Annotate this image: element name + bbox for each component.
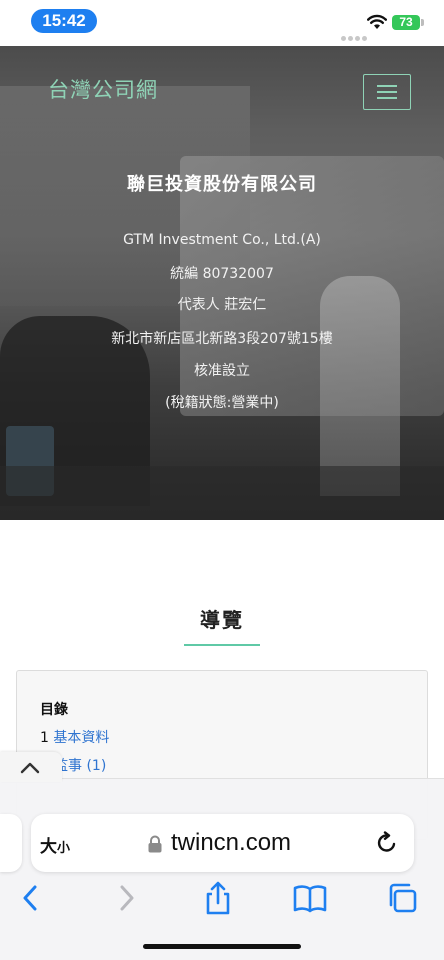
- registration-status: 核准設立: [194, 363, 250, 379]
- status-bar: 15:42 73: [0, 0, 444, 46]
- chevron-up-icon: [20, 762, 40, 774]
- back-arrow-icon[interactable]: [13, 880, 49, 916]
- text-size-small: 小: [57, 841, 71, 856]
- menu-icon-bar-middle: [377, 91, 397, 93]
- representative: 代表人 莊宏仁: [177, 297, 267, 313]
- battery-cap: [421, 19, 424, 26]
- tax-id: 統編 80732007: [170, 266, 274, 282]
- forward-arrow-icon[interactable]: [108, 880, 144, 916]
- menu-icon-bar-bottom: [377, 97, 397, 99]
- menu-button[interactable]: [363, 74, 411, 110]
- url-text: twincn.com: [171, 829, 292, 856]
- toc-link-basic-info[interactable]: 基本資料: [53, 730, 109, 746]
- menu-icon-bar-top: [377, 85, 397, 87]
- company-name: 聯巨投資股份有限公司: [127, 174, 317, 195]
- wifi-icon: [367, 14, 387, 29]
- section-title: 導覽: [200, 608, 244, 632]
- browser-bottom-nav: [0, 880, 444, 920]
- toc-item-number: 1: [40, 730, 49, 746]
- text-size-large: 大: [40, 837, 57, 857]
- section-title-underline: [184, 644, 260, 646]
- toc-item: 1 基本資料: [40, 727, 109, 747]
- hero-background-desk: [0, 466, 444, 520]
- home-indicator: [143, 944, 301, 949]
- address-bar[interactable]: 大小 twincn.com: [31, 814, 414, 872]
- lock-icon: [148, 835, 162, 853]
- collapse-toolbar-button[interactable]: [0, 752, 62, 782]
- cellular-signal-icon: [341, 26, 369, 45]
- hero-banner: 台灣公司網 聯巨投資股份有限公司 GTM Investment Co., Ltd…: [0, 46, 444, 520]
- screen: 15:42 73 台灣公司網 聯巨投資股份有限公司 GTM Investment…: [0, 0, 444, 960]
- tabs-icon[interactable]: [385, 880, 421, 916]
- reload-icon[interactable]: [375, 831, 399, 855]
- tax-status: (稅籍狀態:營業中): [165, 395, 279, 411]
- share-icon[interactable]: [200, 880, 236, 916]
- bookmarks-icon[interactable]: [292, 880, 328, 916]
- company-english-name: GTM Investment Co., Ltd.(A): [123, 232, 321, 248]
- battery-indicator: 73: [392, 15, 420, 30]
- status-time[interactable]: 15:42: [31, 9, 97, 33]
- toc-title: 目錄: [40, 702, 68, 718]
- company-address: 新北市新店區北新路3段207號15樓: [111, 331, 333, 347]
- site-logo-text[interactable]: 台灣公司網: [48, 74, 158, 104]
- previous-tab-card[interactable]: [0, 814, 22, 872]
- text-size-button[interactable]: 大小: [40, 832, 70, 857]
